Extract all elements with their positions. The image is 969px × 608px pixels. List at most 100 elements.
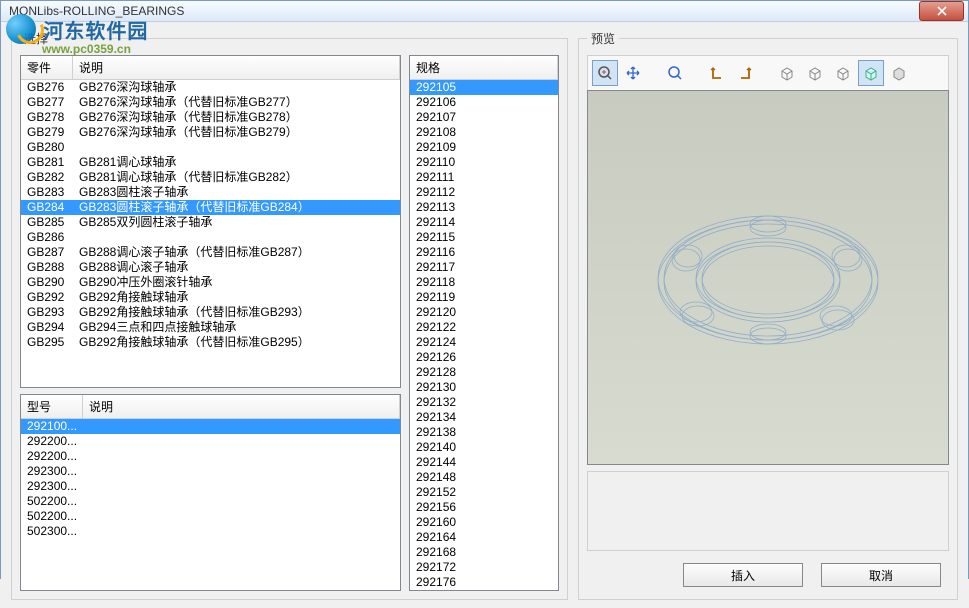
cell: GB285双列圆柱滚子轴承 [73,215,400,230]
select-row: 零件 说明 GB276GB276深沟球轴承GB277GB276深沟球轴承（代替旧… [20,55,559,591]
list-row[interactable]: GB293GB292角接触球轴承（代替旧标准GB293） [21,305,400,320]
list-row[interactable]: GB290GB290冲压外圈滚针轴承 [21,275,400,290]
list-row[interactable]: 292152 [410,485,558,500]
list-row[interactable]: 292122 [410,320,558,335]
parts-list[interactable]: 零件 说明 GB276GB276深沟球轴承GB277GB276深沟球轴承（代替旧… [20,55,401,388]
list-row[interactable]: GB278GB276深沟球轴承（代替旧标准GB278） [21,110,400,125]
list-row[interactable]: GB292GB292角接触球轴承 [21,290,400,305]
list-row[interactable]: 292117 [410,260,558,275]
list-row[interactable]: 292160 [410,515,558,530]
cell: GB279 [21,125,73,140]
zoom-area-button[interactable] [662,60,688,86]
list-row[interactable]: GB284GB283圆柱滚子轴承（代替旧标准GB284） [21,200,400,215]
view-front-button[interactable] [704,60,730,86]
list-row[interactable]: 292300... [21,464,400,479]
list-row[interactable]: 292116 [410,245,558,260]
cell: GB283圆柱滚子轴承 [73,185,400,200]
cancel-button[interactable]: 取消 [821,563,941,587]
list-row[interactable]: 292156 [410,500,558,515]
list-row[interactable]: 292176 [410,575,558,590]
cell: GB290冲压外圈滚针轴承 [73,275,400,290]
cell: GB276 [21,80,73,95]
zoom-fit-button[interactable] [592,60,618,86]
iso-3-button[interactable] [830,60,856,86]
list-row[interactable]: GB282GB281调心球轴承（代替旧标准GB282） [21,170,400,185]
parts-header-code[interactable]: 零件 [21,56,73,79]
list-row[interactable]: 292132 [410,395,558,410]
specs-header-code[interactable]: 规格 [410,56,558,79]
list-row[interactable]: 292109 [410,140,558,155]
iso-2-button[interactable] [802,60,828,86]
list-row[interactable]: 292126 [410,350,558,365]
shaded-button[interactable] [886,60,912,86]
models-header-code[interactable]: 型号 [21,395,83,418]
list-row[interactable]: GB295GB292角接触球轴承（代替旧标准GB295） [21,335,400,350]
list-row[interactable]: GB288GB288调心滚子轴承 [21,260,400,275]
list-row[interactable]: 502200... [21,494,400,509]
list-row[interactable]: 292100... [21,419,400,434]
cell [73,140,400,155]
list-row[interactable]: 292140 [410,440,558,455]
cell: 292176 [410,575,558,590]
cell: 292107 [410,110,558,125]
list-row[interactable]: 292148 [410,470,558,485]
list-row[interactable]: GB280 [21,140,400,155]
list-row[interactable]: 292172 [410,560,558,575]
list-row[interactable]: GB287GB288调心滚子轴承（代替旧标准GB287） [21,245,400,260]
cell: 292134 [410,410,558,425]
list-row[interactable]: 292118 [410,275,558,290]
zoom-fit-icon [597,65,613,81]
list-row[interactable]: GB294GB294三点和四点接触球轴承 [21,320,400,335]
list-row[interactable]: 292113 [410,200,558,215]
list-row[interactable]: GB285GB285双列圆柱滚子轴承 [21,215,400,230]
list-row[interactable]: 292110 [410,155,558,170]
preview-fieldset: 预览 [578,30,958,600]
list-row[interactable]: 292105 [410,80,558,95]
cell: 292200... [21,449,83,464]
list-row[interactable]: 292164 [410,530,558,545]
list-row[interactable]: GB286 [21,230,400,245]
list-row[interactable]: 292124 [410,335,558,350]
preview-viewport[interactable] [587,90,949,465]
list-row[interactable]: GB281GB281调心球轴承 [21,155,400,170]
list-row[interactable]: 292200... [21,449,400,464]
list-row[interactable]: 292114 [410,215,558,230]
cell: GB286 [21,230,73,245]
list-row[interactable]: 292120 [410,305,558,320]
list-row[interactable]: GB277GB276深沟球轴承（代替旧标准GB277） [21,95,400,110]
list-row[interactable]: 502200... [21,509,400,524]
list-row[interactable]: 292130 [410,380,558,395]
list-row[interactable]: 292108 [410,125,558,140]
wireframe-button[interactable] [858,60,884,86]
insert-button[interactable]: 插入 [683,563,803,587]
specs-list[interactable]: 规格 2921052921062921072921082921092921102… [409,55,559,591]
list-row[interactable]: GB283GB283圆柱滚子轴承 [21,185,400,200]
cell: 292122 [410,320,558,335]
list-row[interactable]: 292144 [410,455,558,470]
right-panel: 预览 [578,30,958,600]
view-side-button[interactable] [732,60,758,86]
models-header-desc[interactable]: 说明 [83,395,400,418]
models-list[interactable]: 型号 说明 292100...292200...292200...292300.… [20,394,401,591]
list-row[interactable]: 292111 [410,170,558,185]
list-row[interactable]: GB276GB276深沟球轴承 [21,80,400,95]
list-row[interactable]: 292112 [410,185,558,200]
list-row[interactable]: 292107 [410,110,558,125]
list-row[interactable]: 292115 [410,230,558,245]
list-row[interactable]: 292134 [410,410,558,425]
close-button[interactable] [919,1,964,21]
iso-1-button[interactable] [774,60,800,86]
list-row[interactable]: 502300... [21,524,400,539]
list-row[interactable]: 292138 [410,425,558,440]
preview-toolbar [587,55,949,90]
cell: 292160 [410,515,558,530]
list-row[interactable]: 292128 [410,365,558,380]
list-row[interactable]: 292168 [410,545,558,560]
list-row[interactable]: GB279GB276深沟球轴承（代替旧标准GB279） [21,125,400,140]
list-row[interactable]: 292200... [21,434,400,449]
list-row[interactable]: 292106 [410,95,558,110]
pan-button[interactable] [620,60,646,86]
parts-header-desc[interactable]: 说明 [73,56,400,79]
list-row[interactable]: 292300... [21,479,400,494]
list-row[interactable]: 292119 [410,290,558,305]
